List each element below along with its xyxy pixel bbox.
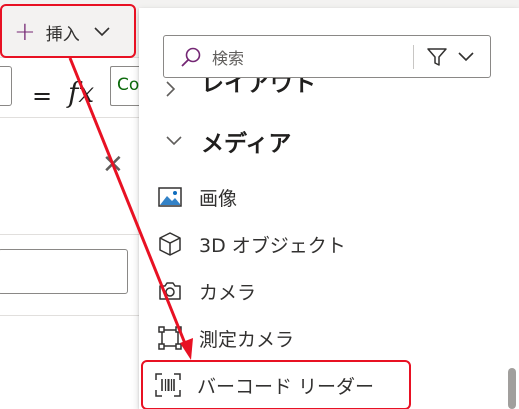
search-placeholder: 検索 <box>212 48 245 68</box>
pane-divider <box>0 234 145 235</box>
menu-item-3d-object[interactable]: 3D オブジェクト <box>145 221 503 267</box>
menu-item-barcode-reader[interactable]: バーコード リーダー <box>141 360 411 409</box>
camera-icon <box>157 278 183 304</box>
menu-item-label: 3D オブジェクト <box>199 234 346 257</box>
fx-icon: fx <box>68 76 95 109</box>
menu-item-label: 測定カメラ <box>199 328 295 351</box>
barcode-icon <box>155 372 181 398</box>
cube-icon <box>157 231 183 257</box>
search-input[interactable]: 検索 <box>163 35 491 78</box>
measure-camera-icon <box>157 325 183 351</box>
chevron-down-icon <box>458 51 474 62</box>
property-dropdown[interactable] <box>0 66 12 106</box>
group-layout[interactable]: レイアウト <box>139 78 316 108</box>
scrollbar-thumb[interactable] <box>508 368 516 409</box>
chevron-down-icon <box>165 135 185 147</box>
filter-button[interactable] <box>426 46 474 68</box>
filter-icon <box>426 46 448 68</box>
close-icon[interactable]: ✕ <box>102 152 124 178</box>
group-label: レイアウト <box>201 78 316 97</box>
image-icon <box>157 184 183 210</box>
menu-item-camera[interactable]: カメラ <box>145 268 503 314</box>
search-separator <box>413 44 414 69</box>
pane-divider <box>0 315 145 316</box>
side-pane: ✕ <box>0 118 145 409</box>
menu-item-label: カメラ <box>199 281 257 304</box>
menu-item-measuring-camera[interactable]: 測定カメラ <box>145 315 503 361</box>
chevron-right-icon <box>165 80 185 98</box>
pane-text-input[interactable] <box>0 249 128 294</box>
insert-flyout: 検索 レイアウト メディア 画像 3D オブジェクト カメラ 測定カメラ バーコ… <box>139 8 519 409</box>
group-media[interactable]: メディア <box>139 124 291 158</box>
menu-item-image[interactable]: 画像 <box>145 174 503 220</box>
menu-item-label: バーコード リーダー <box>197 375 375 398</box>
callout-box-insert <box>0 4 136 58</box>
search-icon <box>180 46 202 68</box>
group-label: メディア <box>201 131 292 157</box>
formula-text: Co <box>117 75 140 95</box>
menu-item-label: 画像 <box>199 187 238 210</box>
equals-sign: = <box>32 82 53 110</box>
